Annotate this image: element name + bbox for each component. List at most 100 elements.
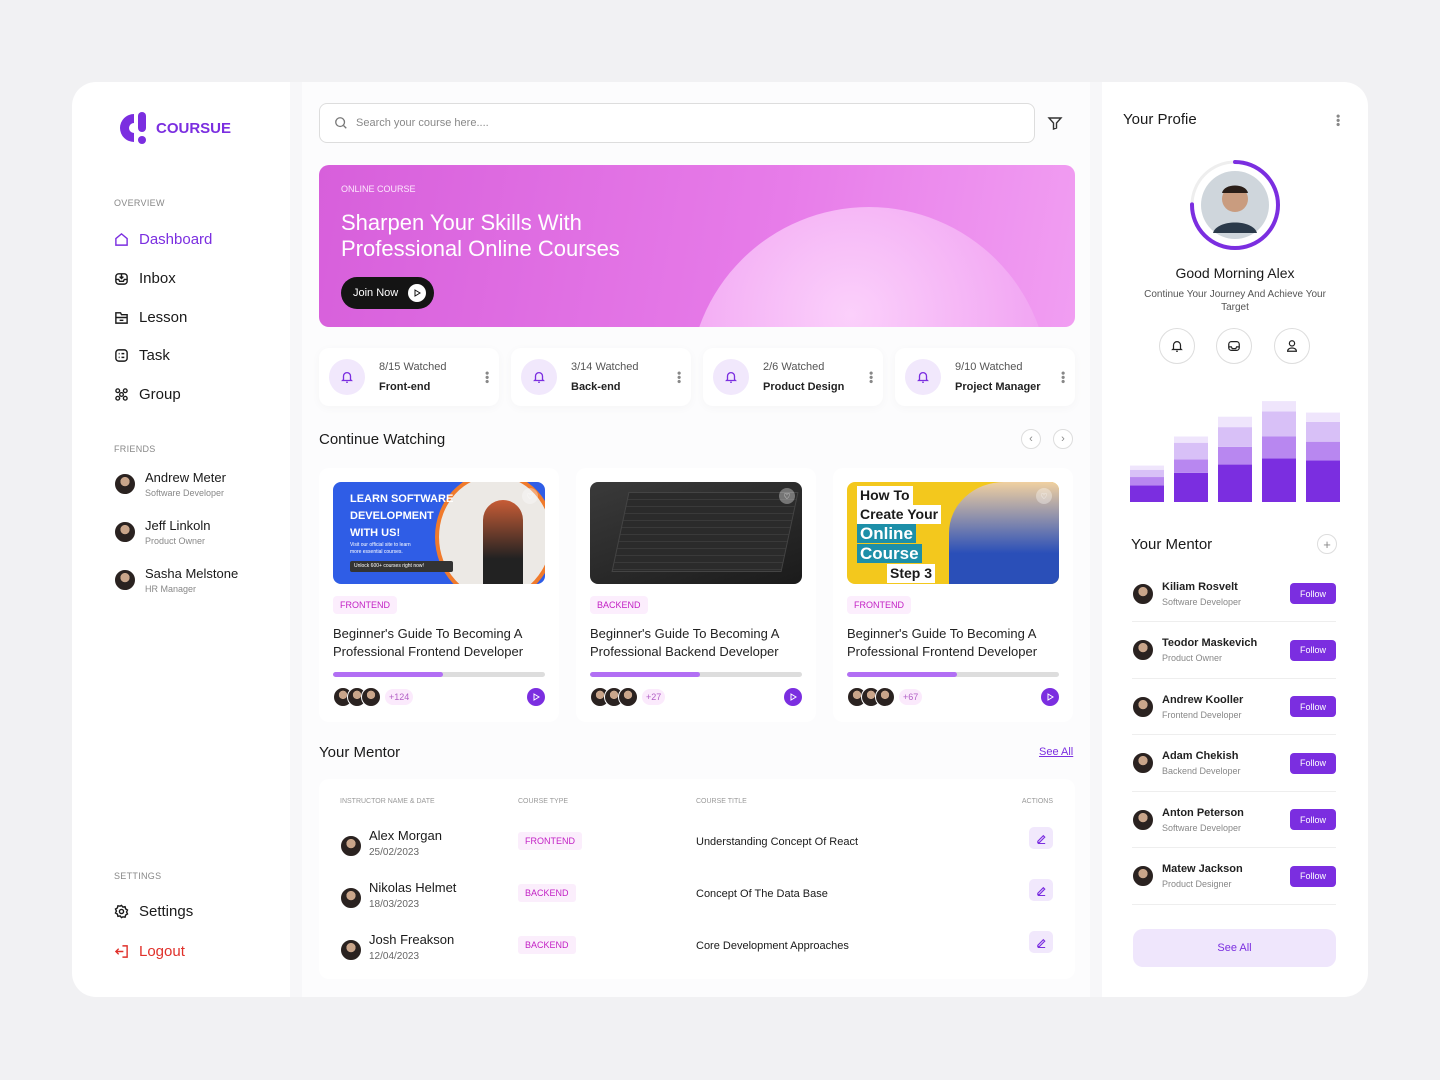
table-row: Josh Freakson 12/04/2023 BACKEND Core Devel… [319, 929, 1075, 981]
messages-button[interactable] [1216, 328, 1252, 364]
thumb-text: WITH US! [350, 527, 401, 539]
play-button[interactable] [784, 688, 802, 706]
see-all-mentors-button[interactable]: See All [1133, 929, 1336, 967]
mentor-role: Software Developer [1162, 596, 1242, 607]
more-icon[interactable]: ••• [1056, 371, 1070, 384]
edit-button[interactable] [1029, 879, 1053, 901]
follow-button[interactable]: Follow [1290, 752, 1336, 774]
thumb-text: Online [857, 524, 916, 543]
bell-icon [917, 371, 929, 383]
pencil-icon [1036, 886, 1046, 896]
friend-item[interactable]: Jeff Linkoln Product Owner [114, 518, 211, 546]
progress-fill [847, 672, 958, 677]
join-now-button[interactable]: Join Now [341, 277, 435, 309]
filter-icon[interactable] [1047, 115, 1063, 131]
play-button[interactable] [1041, 688, 1059, 706]
chart-bar-segment [1218, 416, 1252, 428]
add-mentor-button[interactable]: + [1317, 534, 1337, 554]
more-icon[interactable]: ••• [480, 371, 494, 384]
chart-bar-segment [1130, 465, 1164, 470]
course-title: Understanding Concept Of React [696, 836, 859, 848]
friend-item[interactable]: Andrew Meter Software Developer [114, 470, 226, 498]
button-label: Join Now [353, 287, 399, 299]
course-category: Back-end [571, 381, 621, 393]
course-stat-card[interactable]: 9/10 Watched Project Manager ••• [895, 348, 1075, 406]
edit-button[interactable] [1029, 827, 1053, 849]
sidebar-item-settings[interactable]: Settings [114, 903, 193, 920]
mentor-item: Teodor Maskevich Product Owner Follow [1132, 623, 1336, 679]
friend-role: Software Developer [145, 488, 225, 498]
heart-icon[interactable]: ♡ [522, 488, 538, 504]
play-icon [533, 693, 540, 701]
logout-button[interactable]: Logout [114, 943, 185, 960]
avatar-stack [847, 687, 895, 707]
more-icon[interactable]: ••• [672, 371, 686, 384]
mentor-item: Matew Jackson Product Designer Follow [1132, 849, 1336, 905]
group-icon [115, 388, 128, 401]
follow-button[interactable]: Follow [1290, 809, 1336, 830]
notifications-button[interactable] [1159, 328, 1195, 364]
chart-bar-segment [1218, 427, 1252, 447]
course-card[interactable]: ♡ BACKEND Beginner's Guide To Becoming A P… [576, 468, 816, 722]
more-icon[interactable]: ••• [1331, 114, 1345, 127]
course-card[interactable]: How To Create Your Online Course Step 3 ♡ FRON… [833, 468, 1073, 722]
chart-bar-segment [1218, 464, 1252, 502]
mentor-item: Kiliam Rosvelt Software Developer Follow [1132, 566, 1336, 622]
friends-label: FRIENDS [114, 444, 156, 454]
sidebar-item-group[interactable]: Group [114, 386, 181, 403]
mentor-table-title: Your Mentor [319, 744, 401, 761]
course-thumbnail[interactable]: LEARN SOFTWARE DEVELOPMENT WITH US! Visit o… [333, 482, 545, 584]
mentor-name: Andrew Kooller [1162, 693, 1244, 706]
bell-icon [725, 371, 737, 383]
sidebar-item-lesson[interactable]: Lesson [114, 309, 187, 326]
mentor-name: Adam Chekish [1162, 750, 1239, 762]
logo[interactable]: COURSUE [114, 110, 231, 146]
sidebar-item-dashboard[interactable]: Dashboard [114, 231, 212, 248]
progress-bar [590, 672, 802, 677]
see-all-link[interactable]: See All [1039, 746, 1073, 758]
bell-badge [905, 359, 941, 395]
activity-chart [1130, 401, 1340, 502]
edit-button[interactable] [1029, 931, 1053, 953]
follow-button[interactable]: Follow [1290, 696, 1336, 717]
course-stat-card[interactable]: 2/6 Watched Product Design ••• [703, 348, 883, 406]
next-arrow-button[interactable]: › [1053, 429, 1073, 449]
follow-button[interactable]: Follow [1290, 639, 1336, 661]
follow-button[interactable]: Follow [1290, 583, 1336, 604]
more-icon[interactable]: ••• [864, 371, 878, 384]
chart-bar-segment [1130, 485, 1164, 502]
profile-panel: Your Profie ••• Good Morning Alex Contin… [1102, 82, 1368, 997]
heart-icon[interactable]: ♡ [779, 488, 795, 504]
course-card[interactable]: LEARN SOFTWARE DEVELOPMENT WITH US! Visit o… [319, 468, 559, 722]
follow-button[interactable]: Follow [1290, 865, 1336, 887]
chart-bar-segment [1174, 459, 1208, 473]
course-category: Product Design [763, 381, 845, 393]
chart-bar-segment [1306, 441, 1340, 461]
course-thumbnail[interactable]: How To Create Your Online Course Step 3 ♡ [847, 482, 1059, 584]
prev-arrow-button[interactable]: ‹ [1021, 429, 1041, 449]
task-icon [115, 349, 128, 362]
avatar [1132, 865, 1154, 887]
chart-bar-segment [1262, 436, 1296, 459]
course-stat-card[interactable]: 8/15 Watched Front-end ••• [319, 348, 499, 406]
profile-button[interactable] [1274, 328, 1310, 364]
nav-label: Task [139, 347, 170, 364]
nav-label: Group [139, 386, 181, 403]
friend-item[interactable]: Sasha Melstone HR Manager [114, 566, 238, 594]
search-bar[interactable] [319, 103, 1035, 143]
chart-bar-segment [1130, 469, 1164, 478]
course-stat-card[interactable]: 3/14 Watched Back-end ••• [511, 348, 691, 406]
bell-icon [533, 371, 545, 383]
search-input[interactable] [356, 117, 1020, 129]
course-thumbnail[interactable]: ♡ [590, 482, 802, 584]
user-icon [1287, 340, 1297, 352]
chart-bar-segment [1262, 411, 1296, 437]
course-type-badge: BACKEND [590, 596, 648, 614]
heart-icon[interactable]: ♡ [1036, 488, 1052, 504]
play-button[interactable] [527, 688, 545, 706]
main-content: ONLINE COURSE Sharpen Your Skills With P… [302, 82, 1090, 997]
sidebar-item-inbox[interactable]: Inbox [114, 270, 176, 287]
course-title: Beginner's Guide To Becoming A Professio… [333, 626, 524, 659]
sidebar-item-task[interactable]: Task [114, 347, 170, 364]
play-icon [790, 693, 797, 701]
